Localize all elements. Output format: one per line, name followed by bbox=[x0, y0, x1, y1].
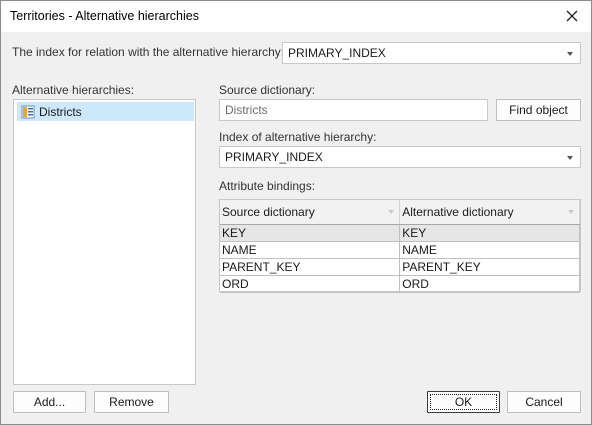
remove-button[interactable]: Remove bbox=[94, 391, 169, 413]
bindings-table: Source dictionary Alternative dictionary… bbox=[220, 200, 580, 293]
source-dictionary-value: Districts bbox=[225, 103, 268, 117]
table-row[interactable]: KEY KEY bbox=[220, 224, 580, 242]
title-bar: Territories - Alternative hierarchies bbox=[1, 1, 591, 32]
dialog-window: Territories - Alternative hierarchies Th… bbox=[0, 0, 592, 425]
chevron-down-icon bbox=[567, 156, 573, 160]
find-object-button[interactable]: Find object bbox=[496, 99, 581, 121]
list-item[interactable]: Districts bbox=[17, 102, 194, 121]
close-button[interactable] bbox=[559, 4, 585, 28]
cancel-button[interactable]: Cancel bbox=[507, 391, 581, 413]
alt-index-value: PRIMARY_INDEX bbox=[225, 150, 323, 164]
table-cell[interactable]: KEY bbox=[399, 224, 580, 242]
column-header-alternative[interactable]: Alternative dictionary bbox=[399, 200, 580, 225]
bindings-grid[interactable]: Source dictionary Alternative dictionary… bbox=[219, 199, 581, 293]
table-cell[interactable]: NAME bbox=[220, 241, 401, 259]
source-dictionary-label: Source dictionary: bbox=[219, 83, 316, 97]
hierarchies-label: Alternative hierarchies: bbox=[12, 83, 135, 97]
table-row[interactable]: ORD ORD bbox=[220, 275, 580, 293]
window-title: Territories - Alternative hierarchies bbox=[10, 9, 199, 23]
sort-icon bbox=[388, 210, 395, 214]
table-row[interactable]: NAME NAME bbox=[220, 241, 580, 259]
table-cell[interactable]: ORD bbox=[220, 275, 401, 293]
hierarchies-list[interactable]: Districts bbox=[13, 99, 196, 385]
alt-index-label: Index of alternative hierarchy: bbox=[219, 130, 377, 144]
column-header-source[interactable]: Source dictionary bbox=[220, 200, 401, 225]
list-item-label: Districts bbox=[39, 104, 82, 119]
chevron-down-icon bbox=[567, 52, 573, 56]
table-cell[interactable]: ORD bbox=[399, 275, 580, 293]
ok-button[interactable]: OK bbox=[427, 391, 500, 413]
index-relation-combo[interactable]: PRIMARY_INDEX bbox=[282, 42, 581, 64]
table-cell[interactable]: PARENT_KEY bbox=[220, 258, 401, 276]
sort-icon bbox=[568, 210, 574, 214]
table-cell[interactable]: NAME bbox=[399, 241, 580, 259]
source-dictionary-field[interactable]: Districts bbox=[219, 99, 488, 121]
alt-index-combo[interactable]: PRIMARY_INDEX bbox=[219, 146, 581, 168]
close-icon bbox=[566, 10, 578, 22]
table-cell[interactable]: KEY bbox=[220, 224, 401, 242]
index-relation-value: PRIMARY_INDEX bbox=[288, 46, 386, 60]
table-row[interactable]: PARENT_KEY PARENT_KEY bbox=[220, 258, 580, 276]
add-button[interactable]: Add... bbox=[13, 391, 86, 413]
table-cell[interactable]: PARENT_KEY bbox=[399, 258, 580, 276]
index-relation-label: The index for relation with the alternat… bbox=[12, 45, 285, 59]
dictionary-icon bbox=[21, 105, 35, 119]
bindings-label: Attribute bindings: bbox=[219, 179, 316, 193]
